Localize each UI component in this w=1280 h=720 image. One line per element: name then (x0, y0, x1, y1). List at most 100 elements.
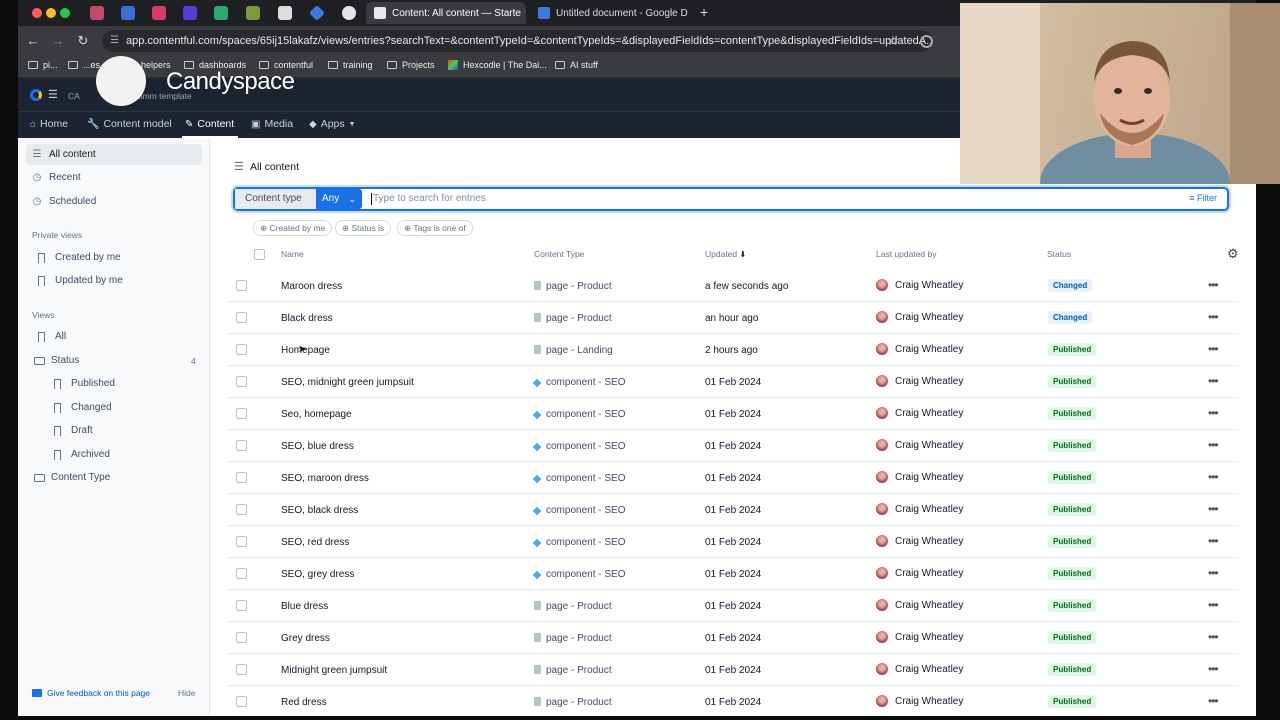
column-header-last-updated-by[interactable]: Last updated by (876, 249, 937, 259)
entry-name[interactable]: Black dress (281, 313, 333, 324)
table-row[interactable]: Homepage page - Landing 2 hours ago Craig W… (228, 334, 1238, 366)
nav-media[interactable]: ▣ Media (251, 118, 293, 130)
entry-name[interactable]: Seo, homepage (281, 409, 352, 420)
table-row[interactable]: SEO, maroon dress component - SEO 01 Feb 2… (228, 462, 1238, 494)
forward-arrow-icon[interactable]: → (49, 32, 67, 50)
more-options-icon[interactable]: ••• (1208, 534, 1219, 548)
content-type-select[interactable]: Any ⌄ (316, 189, 362, 209)
row-checkbox[interactable] (236, 536, 247, 547)
address-bar[interactable]: ☰ app.contentful.com/spaces/65ij15lakafz… (102, 30, 932, 52)
column-header-name[interactable]: Name (281, 249, 304, 259)
sidebar-item-published[interactable]: Published (52, 378, 115, 389)
entry-name[interactable]: SEO, maroon dress (281, 473, 369, 484)
pinned-tab-icon[interactable] (278, 6, 292, 20)
entry-name[interactable]: Red dress (281, 697, 327, 708)
pinned-tab-icon[interactable] (309, 5, 325, 21)
sidebar-item-changed[interactable]: Changed (52, 402, 112, 413)
column-header-updated[interactable]: Updated ⬇ (705, 249, 746, 259)
sidebar-item-archived[interactable]: Archived (52, 449, 110, 460)
back-arrow-icon[interactable]: ← (24, 32, 42, 50)
bookmark-folder[interactable]: pi... (28, 60, 58, 70)
row-checkbox[interactable] (236, 568, 247, 579)
browser-tab-google-doc[interactable]: Untitled document - Google D ✕ (530, 2, 690, 24)
entry-name[interactable]: SEO, grey dress (281, 569, 354, 580)
bookmark-folder[interactable]: training (328, 60, 373, 70)
row-checkbox[interactable] (236, 504, 247, 515)
table-row[interactable]: SEO, black dress component - SEO 01 Feb 20… (228, 494, 1238, 526)
bookmark-star-icon[interactable]: ☆ (884, 32, 902, 50)
site-settings-icon[interactable]: ☰ (110, 30, 119, 52)
table-row[interactable]: SEO, red dress component - SEO 01 Feb 2024… (228, 526, 1238, 558)
entry-name[interactable]: SEO, blue dress (281, 441, 354, 452)
pinned-tab-icon[interactable] (152, 6, 166, 20)
entry-name[interactable]: Maroon dress (281, 281, 342, 292)
more-options-icon[interactable]: ••• (1208, 662, 1219, 676)
table-row[interactable]: SEO, blue dress component - SEO 01 Feb 202… (228, 430, 1238, 462)
column-header-status[interactable]: Status (1047, 249, 1071, 259)
more-options-icon[interactable]: ••• (1208, 374, 1219, 388)
browser-tab-contentful[interactable]: Content: All content — Starte ✕ (366, 2, 526, 24)
table-row[interactable]: Midnight green jumpsuit page - Product 01 … (228, 654, 1238, 686)
filter-pill-tags[interactable]: ⊕ Tags is one of (397, 220, 473, 236)
more-options-icon[interactable]: ••• (1208, 598, 1219, 612)
more-options-icon[interactable]: ••• (1208, 566, 1219, 580)
row-checkbox[interactable] (236, 408, 247, 419)
sidebar-item-all[interactable]: All (36, 331, 66, 342)
pinned-tab-icon[interactable] (90, 6, 104, 20)
nav-content-model[interactable]: 🔧 Content model (87, 118, 172, 130)
table-row[interactable]: Maroon dress page - Product a few seconds … (228, 270, 1238, 302)
pinned-tab-icon[interactable] (246, 6, 260, 20)
nav-home[interactable]: ⌂ Home (30, 118, 68, 130)
more-options-icon[interactable]: ••• (1208, 470, 1219, 484)
table-row[interactable]: Black dress page - Product an hour ago Crai… (228, 302, 1238, 334)
nav-content[interactable]: ✎ Content (185, 118, 234, 130)
row-checkbox[interactable] (236, 632, 247, 643)
bookmark-folder[interactable]: AI stuff (555, 60, 598, 70)
entry-name[interactable]: Grey dress (281, 633, 330, 644)
close-window-icon[interactable] (32, 8, 42, 18)
close-tab-icon[interactable]: ✕ (688, 8, 690, 19)
maximize-window-icon[interactable] (60, 8, 70, 18)
row-checkbox[interactable] (236, 280, 247, 291)
sidebar-item-draft[interactable]: Draft (52, 425, 93, 436)
menu-icon[interactable]: ☰ (48, 88, 58, 101)
hide-sidebar-button[interactable]: Hide (178, 688, 195, 698)
sidebar-item-recent[interactable]: ◷ Recent (32, 172, 81, 183)
filter-button[interactable]: ≡ Filter (1189, 193, 1217, 203)
row-checkbox[interactable] (236, 472, 247, 483)
more-options-icon[interactable]: ••• (1208, 406, 1219, 420)
filter-pill-created-by-me[interactable]: ⊕ Created by me (253, 220, 333, 236)
filter-pill-status[interactable]: ⊕ Status is (335, 220, 392, 236)
table-row[interactable]: SEO, grey dress component - SEO 01 Feb 202… (228, 558, 1238, 590)
extension-icon[interactable] (920, 35, 933, 48)
row-checkbox[interactable] (236, 376, 247, 387)
space-label[interactable]: CA (68, 91, 80, 101)
table-row[interactable]: Seo, homepage component - SEO 01 Feb 2024 C… (228, 398, 1238, 430)
pinned-tab-icon[interactable] (183, 6, 197, 20)
search-bar[interactable]: Content type Any ⌄ Type to search for ent… (233, 187, 1229, 211)
table-row[interactable]: SEO, midnight green jumpsuit component - … (228, 366, 1238, 398)
bookmark-folder[interactable]: Projects (387, 60, 435, 70)
sidebar-item-updated-by-me[interactable]: Updated by me (36, 275, 123, 286)
gear-icon[interactable]: ⚙ (1227, 246, 1239, 262)
row-checkbox[interactable] (236, 312, 247, 323)
minimize-window-icon[interactable] (46, 8, 56, 18)
row-checkbox[interactable] (236, 664, 247, 675)
sidebar-folder-status[interactable]: Status (34, 355, 79, 366)
select-all-checkbox[interactable] (254, 249, 265, 260)
reload-icon[interactable]: ↻ (74, 32, 92, 50)
column-header-content-type[interactable]: Content Type (534, 249, 584, 259)
table-row[interactable]: Grey dress page - Product 01 Feb 2024 Craig… (228, 622, 1238, 654)
pinned-tab-icon[interactable] (121, 6, 135, 20)
sidebar-folder-content-type[interactable]: Content Type (34, 472, 110, 483)
row-checkbox[interactable] (236, 344, 247, 355)
new-tab-button[interactable]: + (700, 4, 708, 20)
more-options-icon[interactable]: ••• (1208, 438, 1219, 452)
close-tab-icon[interactable]: ✕ (521, 8, 526, 19)
more-options-icon[interactable]: ••• (1208, 694, 1219, 708)
nav-apps[interactable]: ◆ Apps ▼ (309, 118, 356, 130)
more-options-icon[interactable]: ••• (1208, 310, 1219, 324)
contentful-logo-icon[interactable] (30, 89, 42, 101)
row-checkbox[interactable] (236, 696, 247, 707)
github-icon[interactable] (342, 6, 356, 20)
